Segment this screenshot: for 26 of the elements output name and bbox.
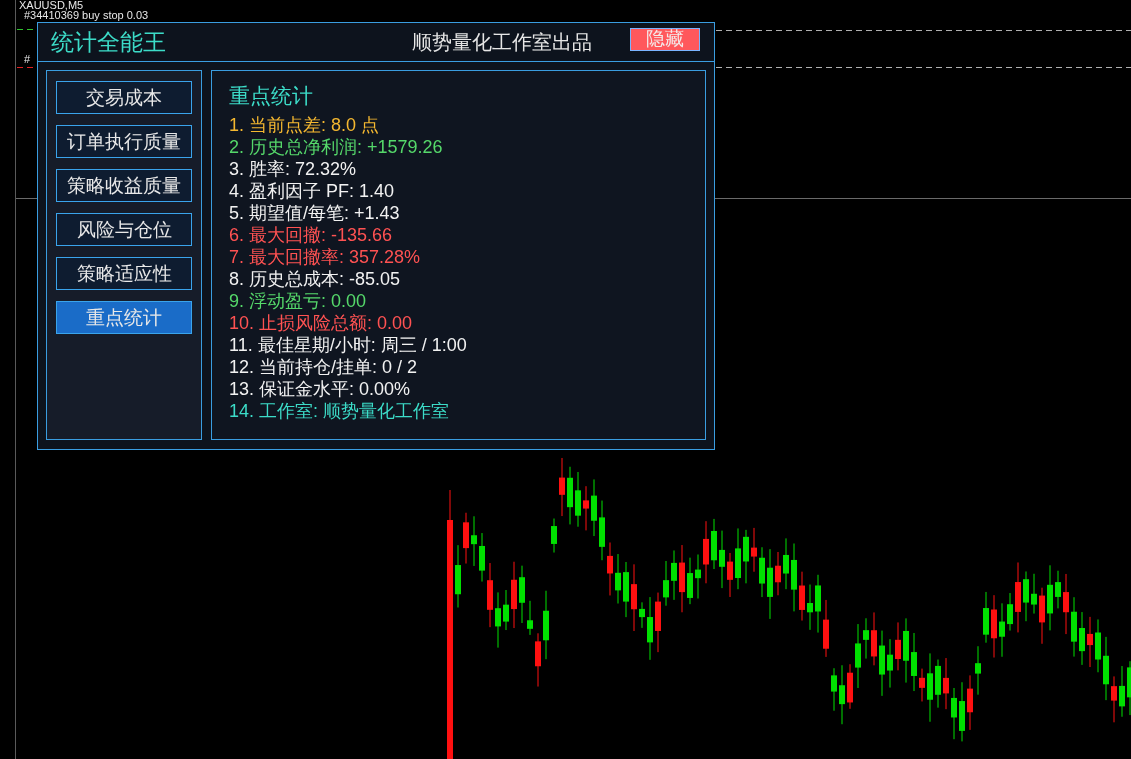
panel-subtitle: 顺势量化工作室出品: [412, 29, 592, 55]
stat-line: 2. 历史总净利润: +1579.26: [229, 136, 443, 158]
stat-line: 10. 止损风险总额: 0.00: [229, 312, 413, 334]
order-label: #: [24, 54, 31, 65]
stat-line: 11. 最佳星期/小时: 周三 / 1:00: [229, 334, 467, 356]
stat-line: 14. 工作室: 顺势量化工作室: [229, 400, 450, 422]
stat-line: 7. 最大回撤率: 357.28%: [229, 246, 421, 268]
stat-line: 13. 保证金水平: 0.00%: [229, 378, 411, 400]
stat-line: 4. 盈利因子 PF: 1.40: [229, 180, 395, 202]
stat-line: 1. 当前点差: 8.0 点: [229, 114, 380, 136]
nav-button[interactable]: 风险与仓位: [56, 213, 192, 246]
stat-line: 6. 最大回撤: -135.66: [229, 224, 393, 246]
order-label: #34410369 buy stop 0.03: [24, 10, 149, 21]
nav-button[interactable]: 订单执行质量: [56, 125, 192, 158]
panel-title: 统计全能王: [51, 27, 166, 57]
stat-line: 9. 浮动盈亏: 0.00: [229, 290, 367, 312]
nav-button[interactable]: 策略收益质量: [56, 169, 192, 202]
nav-button[interactable]: 交易成本: [56, 81, 192, 114]
stats-heading: 重点统计: [229, 83, 314, 109]
stat-line: 8. 历史总成本: -85.05: [229, 268, 401, 290]
stat-line: 5. 期望值/每笔: +1.43: [229, 202, 400, 224]
nav-button[interactable]: 重点统计: [56, 301, 192, 334]
symbol-label: XAUUSD,M5: [19, 0, 84, 11]
nav-button[interactable]: 策略适应性: [56, 257, 192, 290]
stat-line: 12. 当前持仓/挂单: 0 / 2: [229, 356, 418, 378]
stat-line: 3. 胜率: 72.32%: [229, 158, 357, 180]
